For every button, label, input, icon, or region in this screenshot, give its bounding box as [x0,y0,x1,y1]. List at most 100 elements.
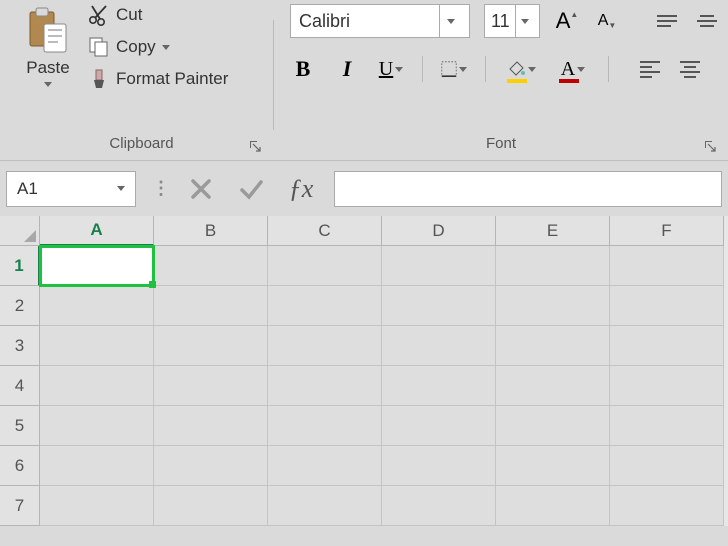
cell-B5[interactable] [154,406,268,446]
column-header-E[interactable]: E [496,216,610,246]
cell-C2[interactable] [268,286,382,326]
formula-input[interactable] [334,171,722,207]
launcher-icon [702,138,718,154]
cell-D5[interactable] [382,406,496,446]
fill-color-button[interactable] [504,56,538,82]
paintbrush-icon [88,68,110,90]
cell-A4[interactable] [40,366,154,406]
bold-button[interactable]: B [290,56,316,82]
grow-font-icon: A [556,8,571,34]
align-left-button[interactable] [637,56,663,82]
column-header-A[interactable]: A [40,216,154,246]
italic-icon: I [343,56,352,82]
column-header-F[interactable]: F [610,216,724,246]
cell-A3[interactable] [40,326,154,366]
cell-D6[interactable] [382,446,496,486]
cell-C5[interactable] [268,406,382,446]
font-size-dropdown-icon [515,5,533,37]
column-header-D[interactable]: D [382,216,496,246]
cell-F5[interactable] [610,406,724,446]
row-header-1[interactable]: 1 [0,246,40,286]
cell-F6[interactable] [610,446,724,486]
cell-E7[interactable] [496,486,610,526]
cell-B6[interactable] [154,446,268,486]
formula-bar: A1 ⋮ ƒx [0,160,728,216]
cell-C4[interactable] [268,366,382,406]
x-icon [187,175,215,203]
row-header-5[interactable]: 5 [0,406,40,446]
font-color-swatch [559,79,579,83]
cell-B4[interactable] [154,366,268,406]
cell-D3[interactable] [382,326,496,366]
cell-C3[interactable] [268,326,382,366]
name-box[interactable]: A1 [6,171,136,207]
row-header-6[interactable]: 6 [0,446,40,486]
cell-D1[interactable] [382,246,496,286]
cell-E2[interactable] [496,286,610,326]
align-middle-icon [697,15,717,27]
cell-F1[interactable] [610,246,724,286]
font-launcher[interactable] [702,138,718,154]
select-all-corner[interactable] [0,216,40,246]
borders-button[interactable] [441,56,467,82]
column-header-C[interactable]: C [268,216,382,246]
cell-A1[interactable] [40,246,154,286]
cell-D2[interactable] [382,286,496,326]
insert-function-button[interactable]: ƒx [276,171,326,207]
row-header-7[interactable]: 7 [0,486,40,526]
font-size-select[interactable]: 11 [484,4,540,38]
font-name-select[interactable]: Calibri [290,4,470,38]
cell-C1[interactable] [268,246,382,286]
cell-B2[interactable] [154,286,268,326]
cut-button[interactable]: Cut [88,4,228,26]
spreadsheet-grid: A B C D E F 1 2 3 4 5 6 7 [0,216,728,526]
ribbon-group-clipboard: Paste Cut [10,0,273,160]
row-header-4[interactable]: 4 [0,366,40,406]
bucket-icon [506,59,526,79]
cell-A5[interactable] [40,406,154,446]
italic-button[interactable]: I [334,56,360,82]
cell-F4[interactable] [610,366,724,406]
cell-B7[interactable] [154,486,268,526]
copy-button[interactable]: Copy [88,36,228,58]
separator [608,56,609,82]
shrink-font-button[interactable]: A ▼ [594,8,620,34]
cell-A2[interactable] [40,286,154,326]
align-left-icon [640,61,660,78]
cell-E3[interactable] [496,326,610,366]
cell-F2[interactable] [610,286,724,326]
column-header-B[interactable]: B [154,216,268,246]
row-header-3[interactable]: 3 [0,326,40,366]
cell-E5[interactable] [496,406,610,446]
cancel-formula-button[interactable] [176,171,226,207]
underline-button[interactable]: U [378,56,404,82]
grow-font-button[interactable]: A ▲ [554,8,580,34]
cell-B1[interactable] [154,246,268,286]
copy-icon [88,36,110,58]
cell-B3[interactable] [154,326,268,366]
formula-bar-handle[interactable]: ⋮ [146,178,176,199]
paste-button[interactable]: Paste [18,4,78,87]
cell-D4[interactable] [382,366,496,406]
cell-A6[interactable] [40,446,154,486]
enter-formula-button[interactable] [226,171,276,207]
format-painter-button[interactable]: Format Painter [88,68,228,90]
cell-E1[interactable] [496,246,610,286]
cell-E4[interactable] [496,366,610,406]
cell-A7[interactable] [40,486,154,526]
cell-C7[interactable] [268,486,382,526]
cell-C6[interactable] [268,446,382,486]
align-top-button[interactable] [654,8,680,34]
clipboard-launcher[interactable] [247,138,263,154]
cell-D7[interactable] [382,486,496,526]
ribbon-group-font: Calibri 11 A ▲ A ▼ [274,0,728,160]
row-header-2[interactable]: 2 [0,286,40,326]
cell-E6[interactable] [496,446,610,486]
fx-icon: ƒx [289,174,314,204]
bold-icon: B [296,56,311,82]
cell-F7[interactable] [610,486,724,526]
font-color-button[interactable]: A [556,56,590,82]
cell-F3[interactable] [610,326,724,366]
align-center-button[interactable] [677,56,703,82]
align-middle-button[interactable] [694,8,720,34]
